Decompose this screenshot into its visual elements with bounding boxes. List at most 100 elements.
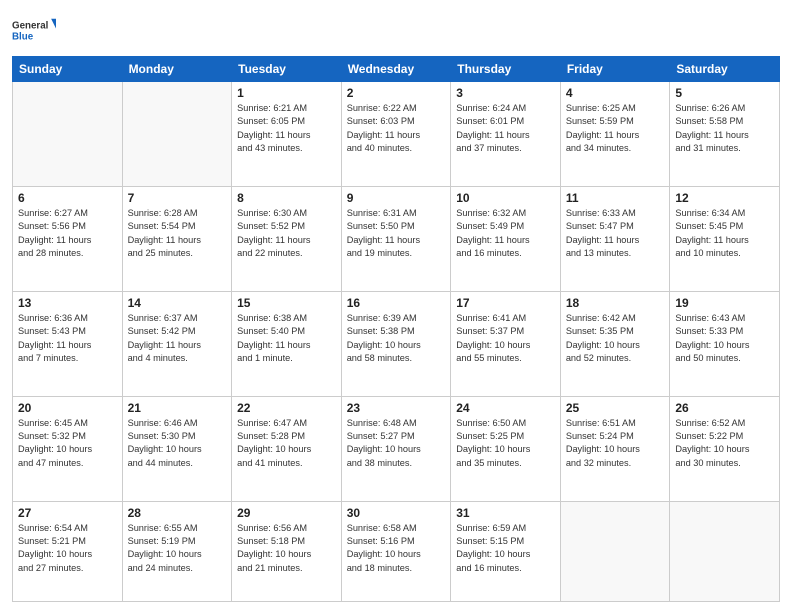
day-info: Sunrise: 6:27 AM Sunset: 5:56 PM Dayligh… xyxy=(18,207,117,260)
day-info: Sunrise: 6:30 AM Sunset: 5:52 PM Dayligh… xyxy=(237,207,336,260)
calendar-cell: 8 Sunrise: 6:30 AM Sunset: 5:52 PM Daylig… xyxy=(232,186,342,291)
day-info: Sunrise: 6:31 AM Sunset: 5:50 PM Dayligh… xyxy=(347,207,446,260)
day-number: 17 xyxy=(456,296,555,310)
header-thursday: Thursday xyxy=(451,57,561,82)
calendar-cell: 23Sunrise: 6:48 AM Sunset: 5:27 PM Dayli… xyxy=(341,396,451,501)
week-row-4: 20 Sunrise: 6:45 AM Sunset: 5:32 PM Dayli… xyxy=(13,396,780,501)
day-number: 10 xyxy=(456,191,555,205)
day-number: 27 xyxy=(18,506,117,520)
day-number: 18 xyxy=(566,296,665,310)
day-number: 5 xyxy=(675,86,774,100)
calendar-header-row: SundayMondayTuesdayWednesdayThursdayFrid… xyxy=(13,57,780,82)
day-number: 16 xyxy=(347,296,446,310)
calendar-cell: 28Sunrise: 6:55 AM Sunset: 5:19 PM Dayli… xyxy=(122,501,232,601)
calendar-cell: 21 Sunrise: 6:46 AM Sunset: 5:30 PM Dayli… xyxy=(122,396,232,501)
day-info: Sunrise: 6:46 AM Sunset: 5:30 PM Dayligh… xyxy=(128,417,227,470)
calendar-cell: 22 Sunrise: 6:47 AM Sunset: 5:28 PM Dayli… xyxy=(232,396,342,501)
calendar-cell: 3 Sunrise: 6:24 AM Sunset: 6:01 PM Daylig… xyxy=(451,82,561,187)
calendar-cell: 25Sunrise: 6:51 AM Sunset: 5:24 PM Dayli… xyxy=(560,396,670,501)
day-number: 3 xyxy=(456,86,555,100)
day-number: 4 xyxy=(566,86,665,100)
calendar-cell: 4 Sunrise: 6:25 AM Sunset: 5:59 PM Daylig… xyxy=(560,82,670,187)
day-info: Sunrise: 6:24 AM Sunset: 6:01 PM Dayligh… xyxy=(456,102,555,155)
calendar-cell: 11Sunrise: 6:33 AM Sunset: 5:47 PM Dayli… xyxy=(560,186,670,291)
day-info: Sunrise: 6:25 AM Sunset: 5:59 PM Dayligh… xyxy=(566,102,665,155)
calendar-cell xyxy=(560,501,670,601)
day-number: 2 xyxy=(347,86,446,100)
day-number: 23 xyxy=(347,401,446,415)
calendar-cell: 13 Sunrise: 6:36 AM Sunset: 5:43 PM Dayli… xyxy=(13,291,123,396)
calendar-cell: 27Sunrise: 6:54 AM Sunset: 5:21 PM Dayli… xyxy=(13,501,123,601)
day-number: 20 xyxy=(18,401,117,415)
calendar-cell xyxy=(13,82,123,187)
day-number: 29 xyxy=(237,506,336,520)
day-info: Sunrise: 6:32 AM Sunset: 5:49 PM Dayligh… xyxy=(456,207,555,260)
header-wednesday: Wednesday xyxy=(341,57,451,82)
svg-text:Blue: Blue xyxy=(12,31,34,42)
week-row-1: 1 Sunrise: 6:21 AM Sunset: 6:05 PM Daylig… xyxy=(13,82,780,187)
day-info: Sunrise: 6:22 AM Sunset: 6:03 PM Dayligh… xyxy=(347,102,446,155)
day-info: Sunrise: 6:21 AM Sunset: 6:05 PM Dayligh… xyxy=(237,102,336,155)
day-number: 28 xyxy=(128,506,227,520)
logo: General Blue xyxy=(12,10,56,50)
calendar-cell: 19 Sunrise: 6:43 AM Sunset: 5:33 PM Dayli… xyxy=(670,291,780,396)
calendar-cell: 16 Sunrise: 6:39 AM Sunset: 5:38 PM Dayli… xyxy=(341,291,451,396)
day-info: Sunrise: 6:43 AM Sunset: 5:33 PM Dayligh… xyxy=(675,312,774,365)
calendar-cell: 30 Sunrise: 6:58 AM Sunset: 5:16 PM Dayli… xyxy=(341,501,451,601)
calendar-cell: 20 Sunrise: 6:45 AM Sunset: 5:32 PM Dayli… xyxy=(13,396,123,501)
day-info: Sunrise: 6:34 AM Sunset: 5:45 PM Dayligh… xyxy=(675,207,774,260)
header-friday: Friday xyxy=(560,57,670,82)
day-number: 15 xyxy=(237,296,336,310)
calendar-cell: 31 Sunrise: 6:59 AM Sunset: 5:15 PM Dayli… xyxy=(451,501,561,601)
day-number: 26 xyxy=(675,401,774,415)
day-number: 12 xyxy=(675,191,774,205)
day-info: Sunrise: 6:28 AM Sunset: 5:54 PM Dayligh… xyxy=(128,207,227,260)
day-info: Sunrise: 6:47 AM Sunset: 5:28 PM Dayligh… xyxy=(237,417,336,470)
calendar-cell: 24 Sunrise: 6:50 AM Sunset: 5:25 PM Dayli… xyxy=(451,396,561,501)
calendar-cell xyxy=(122,82,232,187)
header-sunday: Sunday xyxy=(13,57,123,82)
calendar-cell: 9Sunrise: 6:31 AM Sunset: 5:50 PM Daylig… xyxy=(341,186,451,291)
week-row-2: 6 Sunrise: 6:27 AM Sunset: 5:56 PM Daylig… xyxy=(13,186,780,291)
svg-text:General: General xyxy=(12,21,49,32)
calendar-cell: 10 Sunrise: 6:32 AM Sunset: 5:49 PM Dayli… xyxy=(451,186,561,291)
day-info: Sunrise: 6:59 AM Sunset: 5:15 PM Dayligh… xyxy=(456,522,555,575)
day-info: Sunrise: 6:39 AM Sunset: 5:38 PM Dayligh… xyxy=(347,312,446,365)
calendar-cell: 17Sunrise: 6:41 AM Sunset: 5:37 PM Dayli… xyxy=(451,291,561,396)
calendar-cell: 18 Sunrise: 6:42 AM Sunset: 5:35 PM Dayli… xyxy=(560,291,670,396)
day-number: 22 xyxy=(237,401,336,415)
day-info: Sunrise: 6:58 AM Sunset: 5:16 PM Dayligh… xyxy=(347,522,446,575)
day-number: 24 xyxy=(456,401,555,415)
day-info: Sunrise: 6:45 AM Sunset: 5:32 PM Dayligh… xyxy=(18,417,117,470)
calendar-cell: 2 Sunrise: 6:22 AM Sunset: 6:03 PM Daylig… xyxy=(341,82,451,187)
calendar-cell: 6 Sunrise: 6:27 AM Sunset: 5:56 PM Daylig… xyxy=(13,186,123,291)
day-info: Sunrise: 6:33 AM Sunset: 5:47 PM Dayligh… xyxy=(566,207,665,260)
day-info: Sunrise: 6:52 AM Sunset: 5:22 PM Dayligh… xyxy=(675,417,774,470)
day-number: 30 xyxy=(347,506,446,520)
calendar-cell: 15 Sunrise: 6:38 AM Sunset: 5:40 PM Dayli… xyxy=(232,291,342,396)
calendar-cell: 29Sunrise: 6:56 AM Sunset: 5:18 PM Dayli… xyxy=(232,501,342,601)
week-row-5: 27Sunrise: 6:54 AM Sunset: 5:21 PM Dayli… xyxy=(13,501,780,601)
day-number: 25 xyxy=(566,401,665,415)
calendar-cell: 5Sunrise: 6:26 AM Sunset: 5:58 PM Daylig… xyxy=(670,82,780,187)
day-number: 13 xyxy=(18,296,117,310)
header-saturday: Saturday xyxy=(670,57,780,82)
day-number: 19 xyxy=(675,296,774,310)
day-number: 31 xyxy=(456,506,555,520)
day-number: 8 xyxy=(237,191,336,205)
calendar-cell: 7 Sunrise: 6:28 AM Sunset: 5:54 PM Daylig… xyxy=(122,186,232,291)
day-info: Sunrise: 6:38 AM Sunset: 5:40 PM Dayligh… xyxy=(237,312,336,365)
header: General Blue xyxy=(12,10,780,50)
day-number: 21 xyxy=(128,401,227,415)
header-monday: Monday xyxy=(122,57,232,82)
day-number: 7 xyxy=(128,191,227,205)
day-number: 6 xyxy=(18,191,117,205)
day-info: Sunrise: 6:37 AM Sunset: 5:42 PM Dayligh… xyxy=(128,312,227,365)
day-info: Sunrise: 6:50 AM Sunset: 5:25 PM Dayligh… xyxy=(456,417,555,470)
day-number: 1 xyxy=(237,86,336,100)
day-info: Sunrise: 6:42 AM Sunset: 5:35 PM Dayligh… xyxy=(566,312,665,365)
logo-svg: General Blue xyxy=(12,10,56,50)
day-info: Sunrise: 6:36 AM Sunset: 5:43 PM Dayligh… xyxy=(18,312,117,365)
calendar-cell: 26 Sunrise: 6:52 AM Sunset: 5:22 PM Dayli… xyxy=(670,396,780,501)
calendar-cell: 14Sunrise: 6:37 AM Sunset: 5:42 PM Dayli… xyxy=(122,291,232,396)
